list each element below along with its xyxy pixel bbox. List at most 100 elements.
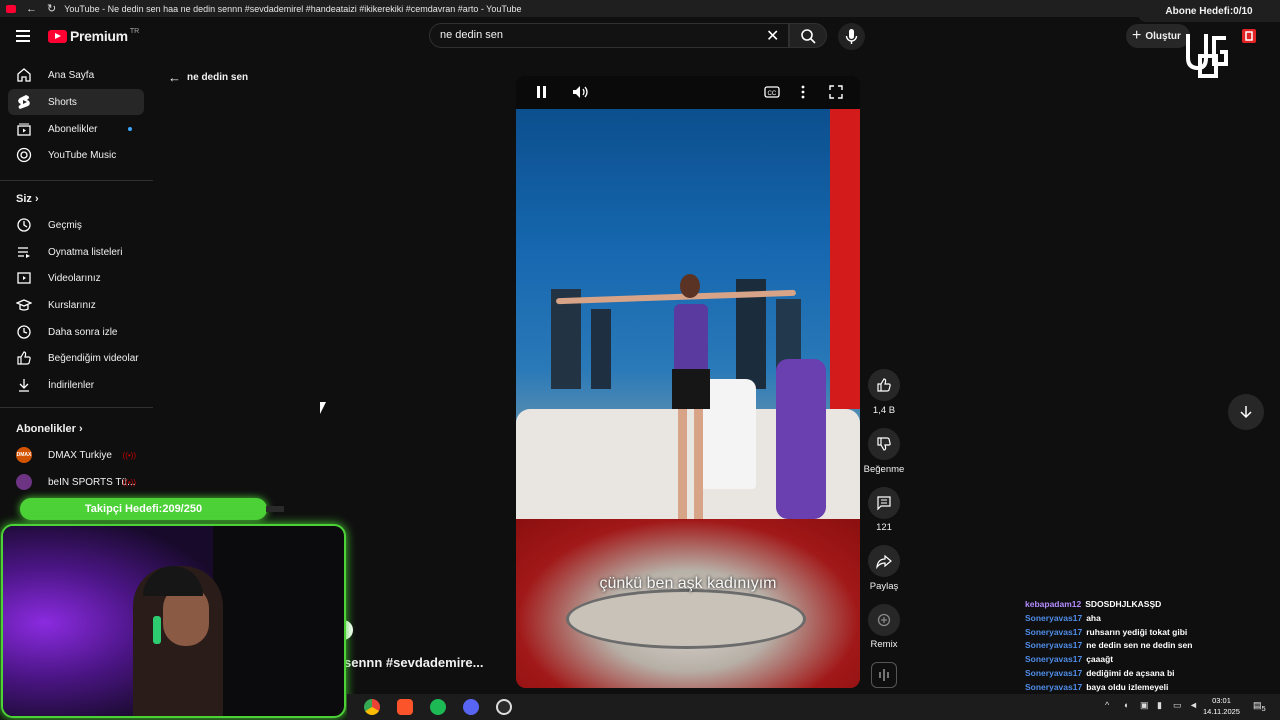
tray-chevron-icon[interactable]: ^ [1105, 700, 1109, 710]
sidebar-channel-dmax[interactable]: DMAX DMAX Turkiye ((•)) [8, 442, 144, 468]
obs-icon[interactable] [496, 699, 512, 715]
chat-message: Soneryavas17 ne dedin sen ne dedin sen [1025, 640, 1205, 654]
dislike-label: Beğenme [863, 464, 905, 475]
masthead: Premium TR ne dedin sen ✕ + Oluştur [0, 17, 1280, 57]
sidebar-channel-bein[interactable]: beIN SPORTS Tü... ((•)) [8, 469, 144, 495]
menu-icon[interactable] [16, 30, 30, 42]
chat-username: Soneryavas17 [1025, 626, 1083, 637]
search-button[interactable] [789, 23, 827, 48]
live-chat-overlay: kebapadam12 SDOSDHJLKASŞD Soneryavas17 aha S… [1025, 599, 1205, 709]
channel-avatar: DMAX [16, 447, 32, 463]
create-label: Oluştur [1145, 30, 1181, 42]
sidebar-divider [0, 180, 153, 181]
sidebar-item-label: Videolarınız [48, 272, 101, 284]
back-arrow-icon: ← [168, 70, 181, 85]
voice-search-button[interactable] [838, 23, 865, 50]
floor-disc [566, 589, 806, 649]
clock-date: 14.11.2025 [1203, 707, 1240, 716]
next-short-button[interactable] [1228, 394, 1264, 430]
comments-button[interactable] [868, 487, 900, 519]
new-content-dot [128, 127, 132, 131]
live-icon: ((•)) [122, 450, 136, 460]
chrome-icon[interactable] [364, 699, 380, 715]
tray-display-icon[interactable]: ▭ [1173, 700, 1182, 711]
chat-text: SDOSDHJLKASŞD [1085, 599, 1162, 609]
shorts-player[interactable]: çünkü ben aşk kadınıyım CC [516, 76, 860, 688]
like-button[interactable] [868, 369, 900, 401]
notification-count: 5 [1261, 703, 1266, 713]
sidebar-item-label: Beğendiğim videolar [48, 352, 139, 364]
channel-label: DMAX Turkiye [48, 449, 112, 461]
video-frame: çünkü ben aşk kadınıyım [516, 109, 860, 688]
music-icon [16, 147, 32, 163]
fullscreen-icon[interactable] [829, 85, 843, 102]
chat-username: Soneryavas17 [1025, 612, 1083, 623]
you-section-heading[interactable]: Siz › [16, 193, 39, 205]
sound-button[interactable] [871, 662, 897, 688]
tray-audio-icon[interactable]: ◖ [1123, 700, 1128, 710]
headset-mic [153, 616, 161, 644]
dislike-button[interactable] [868, 428, 900, 460]
liked-icon [16, 350, 32, 366]
sidebar-item-subscriptions[interactable]: Abonelikler [8, 116, 144, 142]
follower-goal-track [266, 506, 284, 512]
clear-search-icon[interactable]: ✕ [766, 26, 779, 46]
more-options-icon[interactable] [800, 85, 806, 102]
sidebar-item-youtube-music[interactable]: YouTube Music [8, 142, 144, 168]
notification-center-icon[interactable]: ▤5 [1253, 700, 1266, 713]
remix-icon [877, 613, 891, 627]
plus-icon: + [1132, 27, 1142, 44]
history-icon [16, 217, 32, 233]
share-button[interactable] [868, 545, 900, 577]
sidebar-item-shorts[interactable]: Shorts [8, 89, 144, 115]
spotify-icon[interactable] [430, 699, 446, 715]
sidebar-item-liked-videos[interactable]: Beğendiğim videolar [8, 345, 144, 371]
sidebar-item-downloads[interactable]: İndirilenler [8, 372, 144, 398]
taskbar-clock[interactable]: 03:01 14.11.2025 [1203, 695, 1240, 717]
tray-mic-icon[interactable]: ▮ [1157, 700, 1162, 711]
chevron-right-icon: › [78, 423, 83, 435]
remix-label: Remix [870, 639, 898, 650]
chat-text: çaaağt [1086, 654, 1114, 665]
sidebar-item-home[interactable]: Ana Sayfa [8, 62, 144, 88]
microphone-icon [845, 29, 858, 44]
sidebar-item-label: Daha sonra izle [48, 326, 118, 338]
youtube-play-icon [48, 29, 67, 43]
tray-camera-icon[interactable]: ▣ [1140, 700, 1149, 711]
remix-button[interactable] [868, 604, 900, 636]
comment-count: 121 [876, 522, 892, 533]
sidebar-item-label: Shorts [48, 96, 77, 108]
back-to-search[interactable]: ← ne dedin sen [168, 70, 248, 85]
discord-icon[interactable] [463, 699, 479, 715]
channel-avatar [16, 474, 32, 490]
youtube-premium-logo[interactable]: Premium TR [48, 28, 139, 44]
sidebar-item-watch-later[interactable]: Daha sonra izle [8, 319, 144, 345]
sidebar-item-label: Abonelikler [48, 123, 98, 135]
subscriptions-section-heading[interactable]: Abonelikler › [16, 423, 83, 435]
chat-message: Soneryavas17 aha [1025, 613, 1205, 627]
volume-icon[interactable] [572, 85, 590, 102]
sidebar-item-courses[interactable]: Kurslarınız [8, 292, 144, 318]
pause-icon[interactable] [536, 85, 548, 102]
red-panel [830, 109, 860, 409]
svg-text:CC: CC [768, 91, 777, 97]
captions-icon[interactable]: CC [764, 85, 780, 102]
sidebar-item-your-videos[interactable]: Videolarınız [8, 265, 144, 291]
sidebar-item-label: Ana Sayfa [48, 69, 95, 81]
create-button[interactable]: + Oluştur [1126, 24, 1190, 48]
follower-goal-bar: Takipçi Hedefi:209/250 [20, 498, 267, 520]
search-input[interactable]: ne dedin sen [429, 23, 789, 48]
sidebar-item-label: YouTube Music [48, 149, 117, 161]
reload-icon[interactable]: ↻ [47, 2, 56, 15]
sidebar-item-playlists[interactable]: Oynatma listeleri [8, 239, 144, 265]
back-nav-icon[interactable]: ← [26, 3, 37, 15]
chat-username: kebapadam12 [1025, 599, 1082, 609]
sidebar-item-history[interactable]: Geçmiş [8, 212, 144, 238]
sound-wave-icon [879, 669, 889, 681]
brave-icon[interactable] [397, 699, 413, 715]
tray-speaker-icon[interactable]: ◄ [1189, 700, 1198, 710]
watch-later-icon [16, 324, 32, 340]
video-subtitle: çünkü ben aşk kadınıyım [599, 575, 777, 592]
chevron-right-icon: › [34, 193, 39, 205]
sidebar-item-label: İndirilenler [48, 379, 95, 391]
